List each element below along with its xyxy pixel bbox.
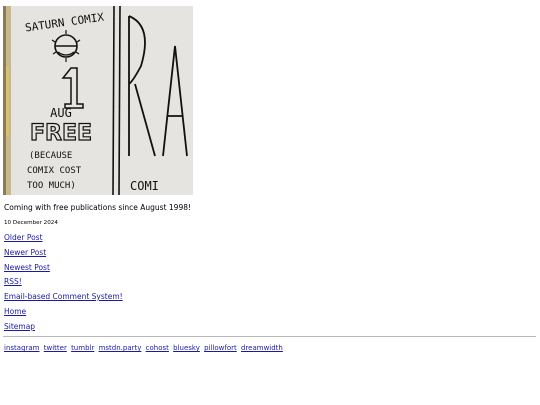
banner-note-line-3: TOO MUCH) — [27, 181, 76, 191]
banner-right-panel-text: COMI — [130, 179, 159, 193]
comic-banner-image: SATURN COMIX AUG FREE (BECAUSE COMIX COS… — [3, 6, 193, 195]
divider — [3, 336, 536, 337]
social-link-cohost[interactable]: cohost — [146, 344, 169, 352]
page: SATURN COMIX AUG FREE (BECAUSE COMIX COS… — [0, 0, 540, 405]
social-link-mstdn-party[interactable]: mstdn.party — [99, 344, 142, 352]
newer-post-link[interactable]: Newer Post — [4, 248, 46, 258]
email-comment-system-link[interactable]: Email-based Comment System! — [4, 292, 123, 302]
older-post-link[interactable]: Older Post — [4, 233, 43, 243]
social-links: instagram twitter tumblr mstdn.party coh… — [4, 343, 285, 353]
social-link-bluesky[interactable]: bluesky — [173, 344, 200, 352]
banner-free-text: FREE — [30, 121, 92, 146]
social-link-instagram[interactable]: instagram — [4, 344, 40, 352]
newest-post-link[interactable]: Newest Post — [4, 263, 50, 273]
banner-month-text: AUG — [50, 106, 72, 120]
sitemap-link[interactable]: Sitemap — [4, 322, 35, 332]
social-link-pillowfort[interactable]: pillowfort — [204, 344, 237, 352]
rss-link[interactable]: RSS! — [4, 277, 22, 287]
social-link-tumblr[interactable]: tumblr — [71, 344, 94, 352]
post-date: 10 December 2024 — [4, 220, 58, 226]
site-tagline: Coming with free publications since Augu… — [4, 203, 191, 212]
banner-note-line-1: (BECAUSE — [29, 151, 72, 161]
home-link[interactable]: Home — [4, 307, 26, 317]
banner-note-line-2: COMIX COST — [27, 166, 82, 176]
social-link-dreamwidth[interactable]: dreamwidth — [241, 344, 283, 352]
social-link-twitter[interactable]: twitter — [44, 344, 67, 352]
